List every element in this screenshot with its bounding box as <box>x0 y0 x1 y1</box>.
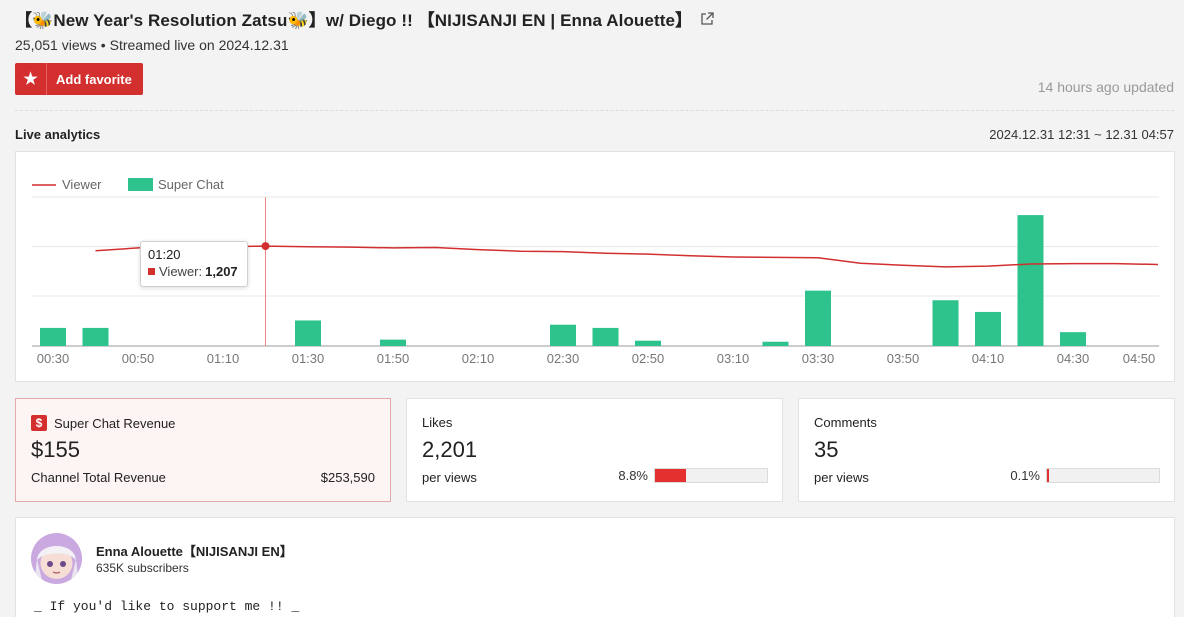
superchat-bar[interactable] <box>40 327 66 346</box>
time-range: 2024.12.31 12:31 ~ 12.31 04:57 <box>989 127 1174 142</box>
channel-card: Enna Alouette【NIJISANJI EN】 635K subscri… <box>15 517 1175 617</box>
meta-separator: • <box>100 37 106 53</box>
video-meta: 25,051 views • Streamed live on 2024.12.31 <box>15 37 289 53</box>
x-tick-label: 00:30 <box>37 351 70 366</box>
comments-progress-fill <box>1047 469 1049 482</box>
x-tick-label: 03:30 <box>802 351 835 366</box>
comments-card: Comments 35 per views 0.1% <box>798 398 1175 502</box>
likes-title: Likes <box>422 415 453 430</box>
channel-total-value: $253,590 <box>320 470 375 485</box>
x-tick-label: 02:30 <box>547 351 580 366</box>
add-favorite-button[interactable]: ★ Add favorite <box>15 63 143 95</box>
hover-point <box>261 242 270 251</box>
x-tick-label: 03:10 <box>717 351 750 366</box>
tooltip-label: Viewer: <box>159 264 203 279</box>
likes-per-views-label: per views <box>422 470 477 485</box>
viewer-line <box>95 245 1159 268</box>
channel-description: _ If you'd like to support me !! _ <box>34 599 300 614</box>
x-tick-label: 04:10 <box>972 351 1005 366</box>
superchat-bar[interactable] <box>975 311 1001 346</box>
superchat-bar[interactable] <box>805 290 831 346</box>
stream-date: Streamed live on 2024.12.31 <box>109 37 289 53</box>
superchat-value: $155 <box>31 437 80 462</box>
superchat-bar[interactable] <box>635 340 661 346</box>
section-title: Live analytics <box>15 127 101 142</box>
likes-progress-fill <box>655 469 686 482</box>
comments-percent: 0.1% <box>1010 468 1040 483</box>
likes-card: Likes 2,201 per views 8.8% <box>406 398 783 502</box>
channel-avatar[interactable] <box>31 533 82 584</box>
likes-percent: 8.8% <box>618 468 648 483</box>
superchat-bar[interactable] <box>82 327 109 346</box>
divider <box>15 110 1174 111</box>
chart-tooltip: 01:20 Viewer: 1,207 <box>140 241 248 287</box>
likes-value: 2,201 <box>422 437 478 462</box>
superchat-bar[interactable] <box>1060 332 1086 346</box>
comments-title: Comments <box>814 415 877 430</box>
superchat-bar[interactable] <box>550 324 576 346</box>
dollar-icon: $ <box>31 415 47 431</box>
likes-progress-bar <box>654 468 768 483</box>
x-tick-label: 00:50 <box>122 351 155 366</box>
star-icon: ★ <box>15 63 47 95</box>
tooltip-time: 01:20 <box>148 247 181 262</box>
analytics-chart[interactable]: Viewer Super Chat 00:30 00:50 01:10 01:30 01… <box>15 151 1175 382</box>
legend-superchat-swatch <box>128 178 153 191</box>
tooltip-viewer-swatch <box>148 268 155 275</box>
external-link-icon[interactable] <box>700 11 714 26</box>
legend-viewer-label[interactable]: Viewer <box>62 177 102 192</box>
x-tick-label: 04:50 <box>1123 351 1156 366</box>
x-tick-label: 02:50 <box>632 351 665 366</box>
x-tick-label: 01:10 <box>207 351 240 366</box>
updated-time: 14 hours ago updated <box>1037 79 1174 95</box>
channel-name[interactable]: Enna Alouette【NIJISANJI EN】 <box>96 541 293 560</box>
title-row: 【🐝New Year's Resolution Zatsu🐝】w/ Diego … <box>15 6 714 31</box>
x-tick-label: 03:50 <box>887 351 920 366</box>
legend-superchat-label[interactable]: Super Chat <box>158 177 224 192</box>
channel-subscribers: 635K subscribers <box>96 561 189 575</box>
comments-value: 35 <box>814 437 839 462</box>
superchat-bar[interactable] <box>380 339 406 346</box>
add-favorite-label: Add favorite <box>56 71 132 87</box>
x-tick-label: 01:30 <box>292 351 325 366</box>
channel-total-label: Channel Total Revenue <box>31 470 166 485</box>
superchat-bar[interactable] <box>932 300 959 346</box>
comments-progress-bar <box>1046 468 1160 483</box>
comments-per-views-label: per views <box>814 470 869 485</box>
x-tick-label: 01:50 <box>377 351 410 366</box>
x-tick-label: 02:10 <box>462 351 495 366</box>
video-title: 【🐝New Year's Resolution Zatsu🐝】w/ Diego … <box>15 11 693 30</box>
superchat-bar[interactable] <box>295 320 321 346</box>
tooltip-value: 1,207 <box>205 264 238 279</box>
superchat-revenue-card: $ Super Chat Revenue $155 Channel Total R… <box>15 398 391 502</box>
superchat-title: Super Chat Revenue <box>54 415 176 431</box>
superchat-bar[interactable] <box>1017 215 1044 346</box>
x-tick-label: 04:30 <box>1057 351 1090 366</box>
view-count: 25,051 views <box>15 37 97 53</box>
superchat-bar[interactable] <box>762 341 789 346</box>
superchat-bar[interactable] <box>592 327 619 346</box>
